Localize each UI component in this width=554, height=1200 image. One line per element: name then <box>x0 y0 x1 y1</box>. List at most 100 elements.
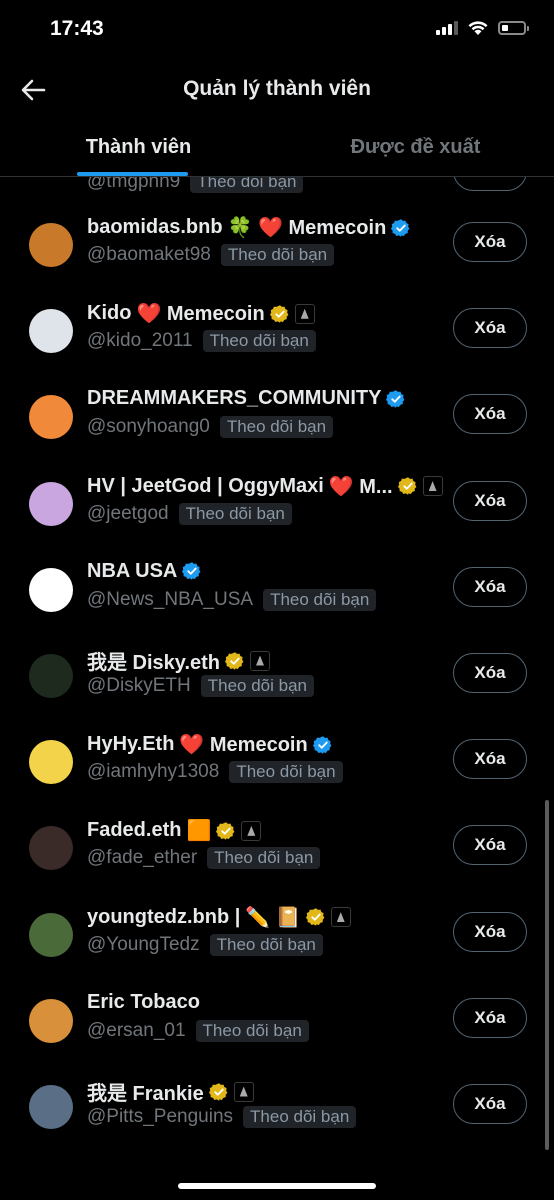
display-name-line: Eric Tobaco <box>87 991 200 1014</box>
follows-you-badge: Theo dõi bạn <box>219 416 334 439</box>
avatar[interactable] <box>29 1085 73 1129</box>
remove-button[interactable]: Xóa <box>453 222 527 262</box>
display-name[interactable]: HyHy.Eth <box>87 733 174 756</box>
remove-button[interactable]: Xóa <box>453 394 527 435</box>
display-name-emoji: 🟧 <box>186 820 212 843</box>
avatar[interactable] <box>29 567 73 612</box>
display-name[interactable]: NBA USA <box>87 560 177 583</box>
display-name[interactable]: baomidas.bnb <box>87 216 223 239</box>
user-handle[interactable]: @sonyhoang0 <box>87 416 210 438</box>
handle-line: @kido_2011 Theo dõi bạn <box>87 330 316 353</box>
avatar[interactable] <box>29 998 73 1043</box>
signal-icon <box>436 21 458 35</box>
scrollbar[interactable] <box>545 800 549 1150</box>
tab-members-label: Thành viên <box>85 136 192 158</box>
display-name-line: 我是 Frankie <box>87 1077 254 1106</box>
display-name-emoji: 🍀 ❤️ Memecoin <box>227 217 387 239</box>
user-handle[interactable]: @Pitts_Penguins <box>87 1106 233 1128</box>
display-name-line: Kido ❤️ Memecoin <box>87 301 315 326</box>
handle-line: @Pitts_Penguins Theo dõi bạn <box>87 1106 357 1128</box>
user-handle[interactable]: @ersan_01 <box>87 1020 186 1042</box>
avatar[interactable] <box>29 309 73 354</box>
handle-line: @tmgphn9 Theo dõi bạn <box>87 177 304 193</box>
remove-button[interactable]: Xóa <box>453 308 527 349</box>
follows-you-badge: Theo dõi bạn <box>195 1019 309 1042</box>
display-name-line: baomidas.bnb 🍀 ❤️ Memecoin <box>87 215 411 240</box>
handle-line: @News_NBA_USA Theo dõi bạn <box>87 588 377 611</box>
remove-button[interactable]: Xóa <box>453 911 527 952</box>
remove-button[interactable]: Xóa <box>453 177 527 191</box>
remove-button[interactable]: Xóa <box>453 1084 527 1124</box>
list-item: @tmgphn9 Theo dõi bạn Xóa <box>0 177 554 193</box>
display-name-line: DREAMMAKERS_COMMUNITY <box>87 387 406 410</box>
status-time: 17:43 <box>50 17 104 40</box>
avatar[interactable] <box>29 912 73 957</box>
remove-button[interactable]: Xóa <box>453 739 527 780</box>
avatar[interactable] <box>29 395 73 440</box>
handle-line: @sonyhoang0 Theo dõi bạn <box>87 416 334 439</box>
user-handle[interactable]: @jeetgod <box>87 503 169 525</box>
page-title: Quản lý thành viên <box>183 77 371 100</box>
display-name[interactable]: DREAMMAKERS_COMMUNITY <box>87 387 381 410</box>
remove-button[interactable]: Xóa <box>453 653 527 693</box>
list-item[interactable]: baomidas.bnb 🍀 ❤️ Memecoin @baomaket98 Theo… <box>0 215 554 303</box>
home-indicator[interactable] <box>178 1183 376 1189</box>
avatar[interactable] <box>29 223 73 267</box>
tab-suggested[interactable]: Được đề xuất <box>277 118 554 176</box>
follows-you-badge: Theo dõi bạn <box>229 761 343 784</box>
display-name[interactable]: Eric Tobaco <box>87 991 200 1014</box>
follows-you-badge: Theo dõi bạn <box>220 244 335 266</box>
verified-badge-icon <box>182 562 201 581</box>
remove-button[interactable]: Xóa <box>453 825 527 866</box>
list-item[interactable]: Faded.eth 🟧 @fade_ether Theo dõi bạn Xóa <box>0 819 554 906</box>
affiliate-badge-icon <box>294 303 315 324</box>
list-item[interactable]: Kido ❤️ Memecoin @kido_2011 Theo dõi bạn Xóa <box>0 301 554 389</box>
avatar[interactable] <box>29 654 73 698</box>
display-name[interactable]: Faded.eth <box>87 819 181 842</box>
handle-line: @DiskyETH Theo dõi bạn <box>87 675 314 697</box>
display-name[interactable]: youngtedz.bnb | <box>87 906 240 929</box>
display-name[interactable]: HV | JeetGod | OggyMaxi <box>87 475 324 498</box>
follows-you-badge: Theo dõi bạn <box>209 933 323 956</box>
list-item[interactable]: HV | JeetGod | OggyMaxi ❤️ M... @jeetgod Th… <box>0 475 554 562</box>
verified-badge-icon <box>386 390 405 408</box>
display-name[interactable]: Kido <box>87 302 131 325</box>
follows-you-badge: Theo dõi bạn <box>243 1106 357 1128</box>
user-handle[interactable]: @fade_ether <box>87 847 197 869</box>
list-item[interactable]: NBA USA @News_NBA_USA Theo dõi bạn Xóa <box>0 560 554 648</box>
active-tab-indicator <box>77 172 188 176</box>
user-handle[interactable]: @News_NBA_USA <box>87 589 253 611</box>
verified-badge-icon <box>208 1082 228 1101</box>
follows-you-badge: Theo dõi bạn <box>263 588 377 611</box>
avatar[interactable] <box>29 740 73 785</box>
display-name-line: HyHy.Eth ❤️ Memecoin <box>87 732 333 757</box>
user-handle[interactable]: @iamhyhy1308 <box>87 761 219 783</box>
status-bar: 17:43 <box>0 0 554 60</box>
remove-button[interactable]: Xóa <box>453 997 527 1038</box>
tab-bar: Thành viên Được đề xuất <box>0 118 554 177</box>
display-name[interactable]: 我是 Frankie <box>87 1077 204 1106</box>
remove-button[interactable]: Xóa <box>453 480 527 521</box>
remove-button[interactable]: Xóa <box>453 566 527 607</box>
avatar[interactable] <box>29 826 73 871</box>
user-handle[interactable]: @kido_2011 <box>87 330 193 352</box>
display-name[interactable]: 我是 Disky.eth <box>87 646 220 675</box>
list-item[interactable]: DREAMMAKERS_COMMUNITY @sonyhoang0 Theo dõi… <box>0 387 554 475</box>
tab-members[interactable]: Thành viên <box>0 118 277 176</box>
list-item[interactable]: HyHy.Eth ❤️ Memecoin @iamhyhy1308 Theo dõi … <box>0 732 554 820</box>
list-item[interactable]: 我是 Disky.eth @DiskyETH Theo dõi bạn Xóa <box>0 648 554 734</box>
user-handle[interactable]: @DiskyETH <box>87 675 191 697</box>
list-item[interactable]: 我是 Frankie @Pitts_Penguins Theo dõi bạn Xóa <box>0 1079 554 1165</box>
verified-badge-icon <box>312 735 332 754</box>
user-handle[interactable]: @YoungTedz <box>87 934 200 956</box>
verified-badge-icon <box>305 908 325 926</box>
user-handle[interactable]: @baomaket98 <box>87 244 211 266</box>
avatar[interactable] <box>29 481 73 526</box>
handle-line: @YoungTedz Theo dõi bạn <box>87 933 323 956</box>
verified-badge-icon <box>269 304 289 323</box>
list-item[interactable]: youngtedz.bnb | ✏️ 📔 @YoungTedz Theo dõi bạ… <box>0 906 554 993</box>
handle-line: @jeetgod Theo dõi bạn <box>87 502 292 525</box>
list-item[interactable]: Eric Tobaco @ersan_01 Theo dõi bạn Xóa <box>0 991 554 1079</box>
user-handle[interactable]: @tmgphn9 <box>87 177 180 193</box>
member-list: @tmgphn9 Theo dõi bạn Xóa baomidas.bnb🍀 … <box>0 177 554 1177</box>
